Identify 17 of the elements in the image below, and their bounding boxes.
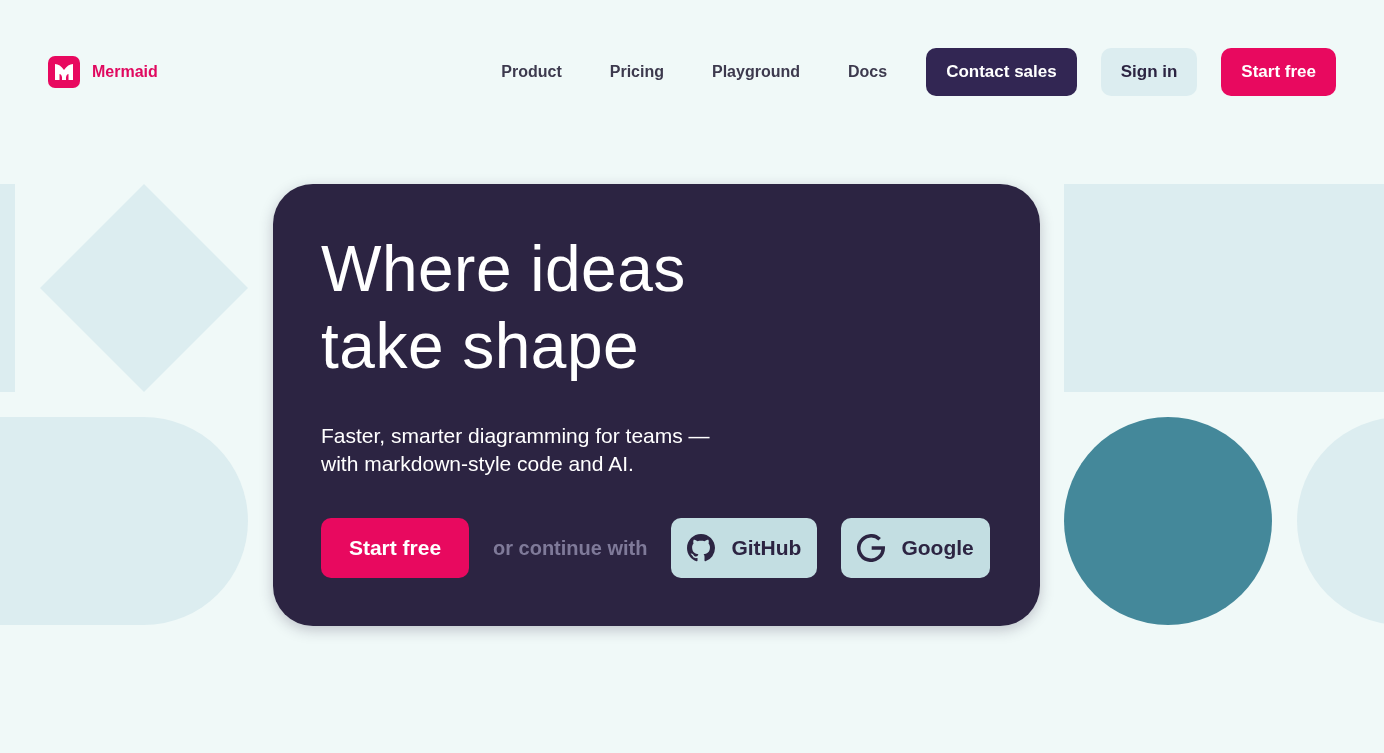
mermaid-logo-icon[interactable] (48, 56, 80, 88)
nav-link[interactable]: Pricing (609, 63, 664, 81)
google-button[interactable]: Google (841, 518, 990, 578)
hero-subtitle: Faster, smarter diagramming for teams — with markdown-style code and AI. (321, 423, 711, 477)
start-free-button[interactable]: Start free (1221, 48, 1336, 96)
github-button[interactable]: GitHub (671, 518, 818, 578)
nav-link[interactable]: Playground (712, 63, 800, 81)
start-free-button[interactable]: Start free (321, 518, 469, 578)
continue-with-text: or continue with (493, 536, 648, 560)
brand-name-link[interactable]: Mermaid (92, 63, 158, 81)
contact-sales-button[interactable]: Contact sales (926, 48, 1077, 96)
hero-title: Where ideas take shape (321, 232, 687, 384)
nav-link[interactable]: Product (501, 63, 562, 81)
github-logo-icon (687, 534, 716, 562)
nav-link[interactable]: Docs (848, 63, 888, 81)
sign-in-button[interactable]: Sign in (1100, 48, 1198, 96)
google-logo-icon (857, 534, 886, 562)
